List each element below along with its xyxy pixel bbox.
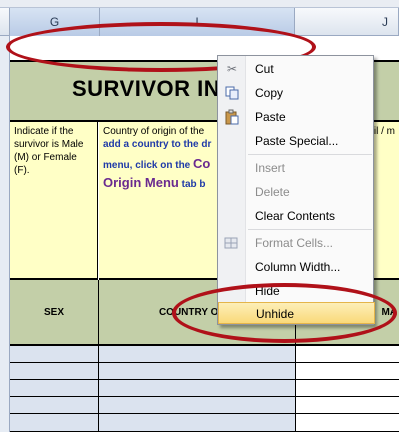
scissors-icon: ✂ [226,62,238,76]
column-header-j[interactable]: J [295,8,399,36]
menu-item-label: Delete [255,185,290,199]
description-country-line3b: Co [193,156,211,171]
menu-item-label: Column Width... [255,260,341,274]
description-country-line3a: menu, click on the [103,160,194,171]
description-country-line4b: tab b [178,179,206,190]
table-cell[interactable] [295,397,399,414]
annotation-oval-unhide [172,283,397,343]
description-sex[interactable]: Indicate if the survivor is Male (M) or … [10,122,98,280]
table-cell[interactable] [295,346,399,363]
sheet-title: SURVIVOR IN [72,76,221,101]
copy-icon [224,85,240,101]
table-cell[interactable] [99,363,295,380]
menu-item-paste-special[interactable]: Paste Special... [218,130,375,152]
menu-item-label: Copy [255,86,284,100]
format-cells-icon [224,235,240,251]
menu-item-cut[interactable]: ✂ Cut [218,58,375,80]
menu-item-delete[interactable]: Delete [218,181,375,203]
corner-cell[interactable] [0,8,10,36]
table-cell[interactable] [99,414,295,432]
menu-item-label: Clear Contents [255,209,336,223]
menu-item-clear-contents[interactable]: Clear Contents [218,205,375,227]
menu-item-insert[interactable]: Insert [218,157,375,179]
table-cell[interactable] [99,346,295,363]
ribbon-edge [0,0,399,8]
menu-item-column-width[interactable]: Column Width... [218,256,375,278]
menu-item-format-cells[interactable]: Format Cells... [218,232,375,254]
table-cell[interactable] [10,414,99,432]
table-cell[interactable] [295,380,399,397]
table-cell[interactable] [10,397,99,414]
table-cell[interactable] [295,414,399,432]
menu-item-label: Paste Special... [255,134,339,148]
row-number-strip[interactable] [0,36,10,432]
menu-item-label: Insert [255,161,286,175]
table-cell[interactable] [10,346,99,363]
menu-item-paste[interactable]: Paste [218,106,375,128]
table-cell[interactable] [10,380,99,397]
table-cell[interactable] [10,363,99,380]
header-sex[interactable]: SEX [10,280,99,346]
menu-item-copy[interactable]: Copy [218,82,375,104]
menu-item-label: Paste [255,110,286,124]
menu-item-label: Format Cells... [255,236,334,250]
description-country-line4a: Origin Menu [103,175,179,190]
table-cell[interactable] [295,363,399,380]
menu-separator [248,154,372,155]
table-cell[interactable] [99,380,295,397]
menu-separator [248,229,372,230]
table-cell[interactable] [99,397,295,414]
menu-item-label: Cut [255,62,274,76]
paste-icon [224,109,240,125]
